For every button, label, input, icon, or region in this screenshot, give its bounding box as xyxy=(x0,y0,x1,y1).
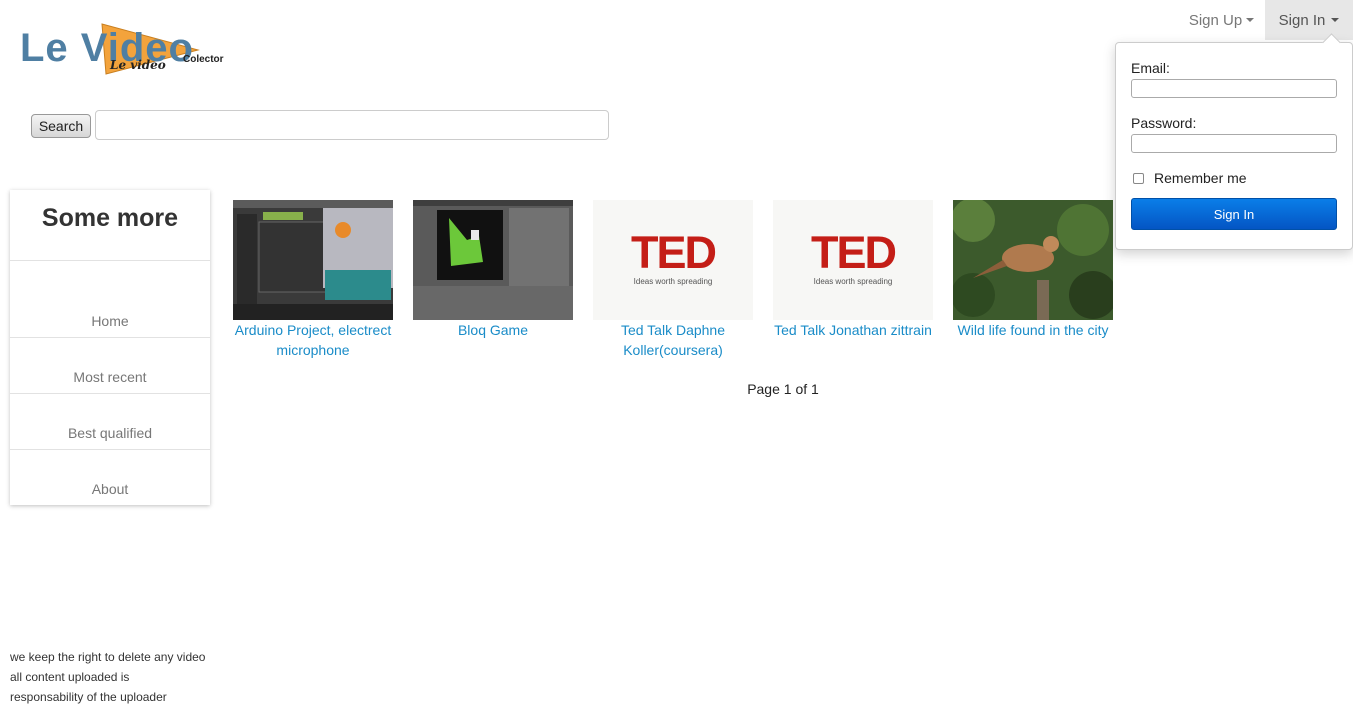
video-thumbnail[interactable] xyxy=(413,200,573,320)
divider xyxy=(10,260,210,261)
footer-disclaimer: we keep the right to delete any video al… xyxy=(10,647,205,707)
sidebar-item-label: Best qualified xyxy=(67,425,153,441)
password-label: Password: xyxy=(1131,115,1197,131)
ted-tagline: Ideas worth spreading xyxy=(633,277,713,286)
remember-me-checkbox[interactable] xyxy=(1133,173,1144,184)
footer-line: we keep the right to delete any video xyxy=(10,650,206,664)
video-title[interactable]: Wild life found in the city xyxy=(953,320,1113,340)
search-input[interactable] xyxy=(95,110,609,140)
pagination-info: Page 1 of 1 xyxy=(747,381,819,397)
video-card[interactable]: TED Ideas worth spreading Ted Talk Daphn… xyxy=(593,200,753,360)
nav-sign-up-label: Sign Up xyxy=(1188,11,1243,29)
nav-sign-in[interactable]: Sign In xyxy=(1265,0,1353,40)
logo-tag: Colector xyxy=(183,54,224,65)
site-logo[interactable]: Le Video Le video Colector xyxy=(20,20,242,78)
bird-photo-icon xyxy=(953,200,1113,320)
nav-sign-up[interactable]: Sign Up xyxy=(1178,0,1265,40)
sign-in-button[interactable]: Sign In xyxy=(1131,198,1337,230)
video-thumbnail[interactable]: TED Ideas worth spreading xyxy=(773,200,933,320)
logo-title: Le Video xyxy=(20,26,194,70)
video-thumbnail[interactable]: TED Ideas worth spreading xyxy=(593,200,753,320)
password-field[interactable] xyxy=(1131,134,1337,153)
blender-screenshot-icon xyxy=(413,200,573,320)
sidebar-title: Some more xyxy=(41,204,179,232)
video-title[interactable]: Ted Talk Daphne Koller(coursera) xyxy=(593,320,753,360)
caret-down-icon xyxy=(1246,18,1255,22)
sidebar-item-label: Home xyxy=(91,313,129,329)
email-field[interactable] xyxy=(1131,79,1337,98)
search-button[interactable]: Search xyxy=(31,114,91,138)
nav-sign-in-label: Sign In xyxy=(1278,11,1326,29)
sidebar-item-best-qualified[interactable]: Best qualified xyxy=(10,393,210,449)
remember-me-label: Remember me xyxy=(1154,170,1247,186)
video-card[interactable]: Wild life found in the city xyxy=(953,200,1113,340)
video-card[interactable]: Arduino Project, electrect microphone xyxy=(233,200,393,360)
video-card[interactable]: Bloq Game xyxy=(413,200,573,340)
arduino-screenshot-icon xyxy=(233,200,393,320)
sidebar: Some more Home Most recent Best qualifie… xyxy=(10,190,210,505)
ted-logo-icon: TED xyxy=(811,227,897,278)
sidebar-item-label: Most recent xyxy=(73,369,147,385)
footer-line: responsability of the uploader xyxy=(10,690,167,704)
footer-line: all content uploaded is xyxy=(10,670,130,684)
video-title[interactable]: Arduino Project, electrect microphone xyxy=(233,320,393,360)
sidebar-item-about[interactable]: About xyxy=(10,449,210,505)
ted-tagline: Ideas worth spreading xyxy=(813,277,893,286)
video-thumbnail[interactable] xyxy=(953,200,1113,320)
ted-logo-icon: TED xyxy=(631,227,717,278)
signin-dropdown: Email: Password: Remember me Sign In xyxy=(1115,42,1353,250)
logo-subtitle: Le video xyxy=(110,58,166,72)
video-card[interactable]: TED Ideas worth spreading Ted Talk Jonat… xyxy=(773,200,933,340)
sidebar-item-most-recent[interactable]: Most recent xyxy=(10,337,210,393)
sidebar-item-label: About xyxy=(91,481,129,497)
sidebar-item-home[interactable]: Home xyxy=(10,280,210,337)
video-title[interactable]: Bloq Game xyxy=(413,320,573,340)
caret-down-icon xyxy=(1331,18,1340,22)
email-label: Email: xyxy=(1131,60,1170,76)
video-thumbnail[interactable] xyxy=(233,200,393,320)
video-title[interactable]: Ted Talk Jonathan zittrain xyxy=(773,320,933,340)
